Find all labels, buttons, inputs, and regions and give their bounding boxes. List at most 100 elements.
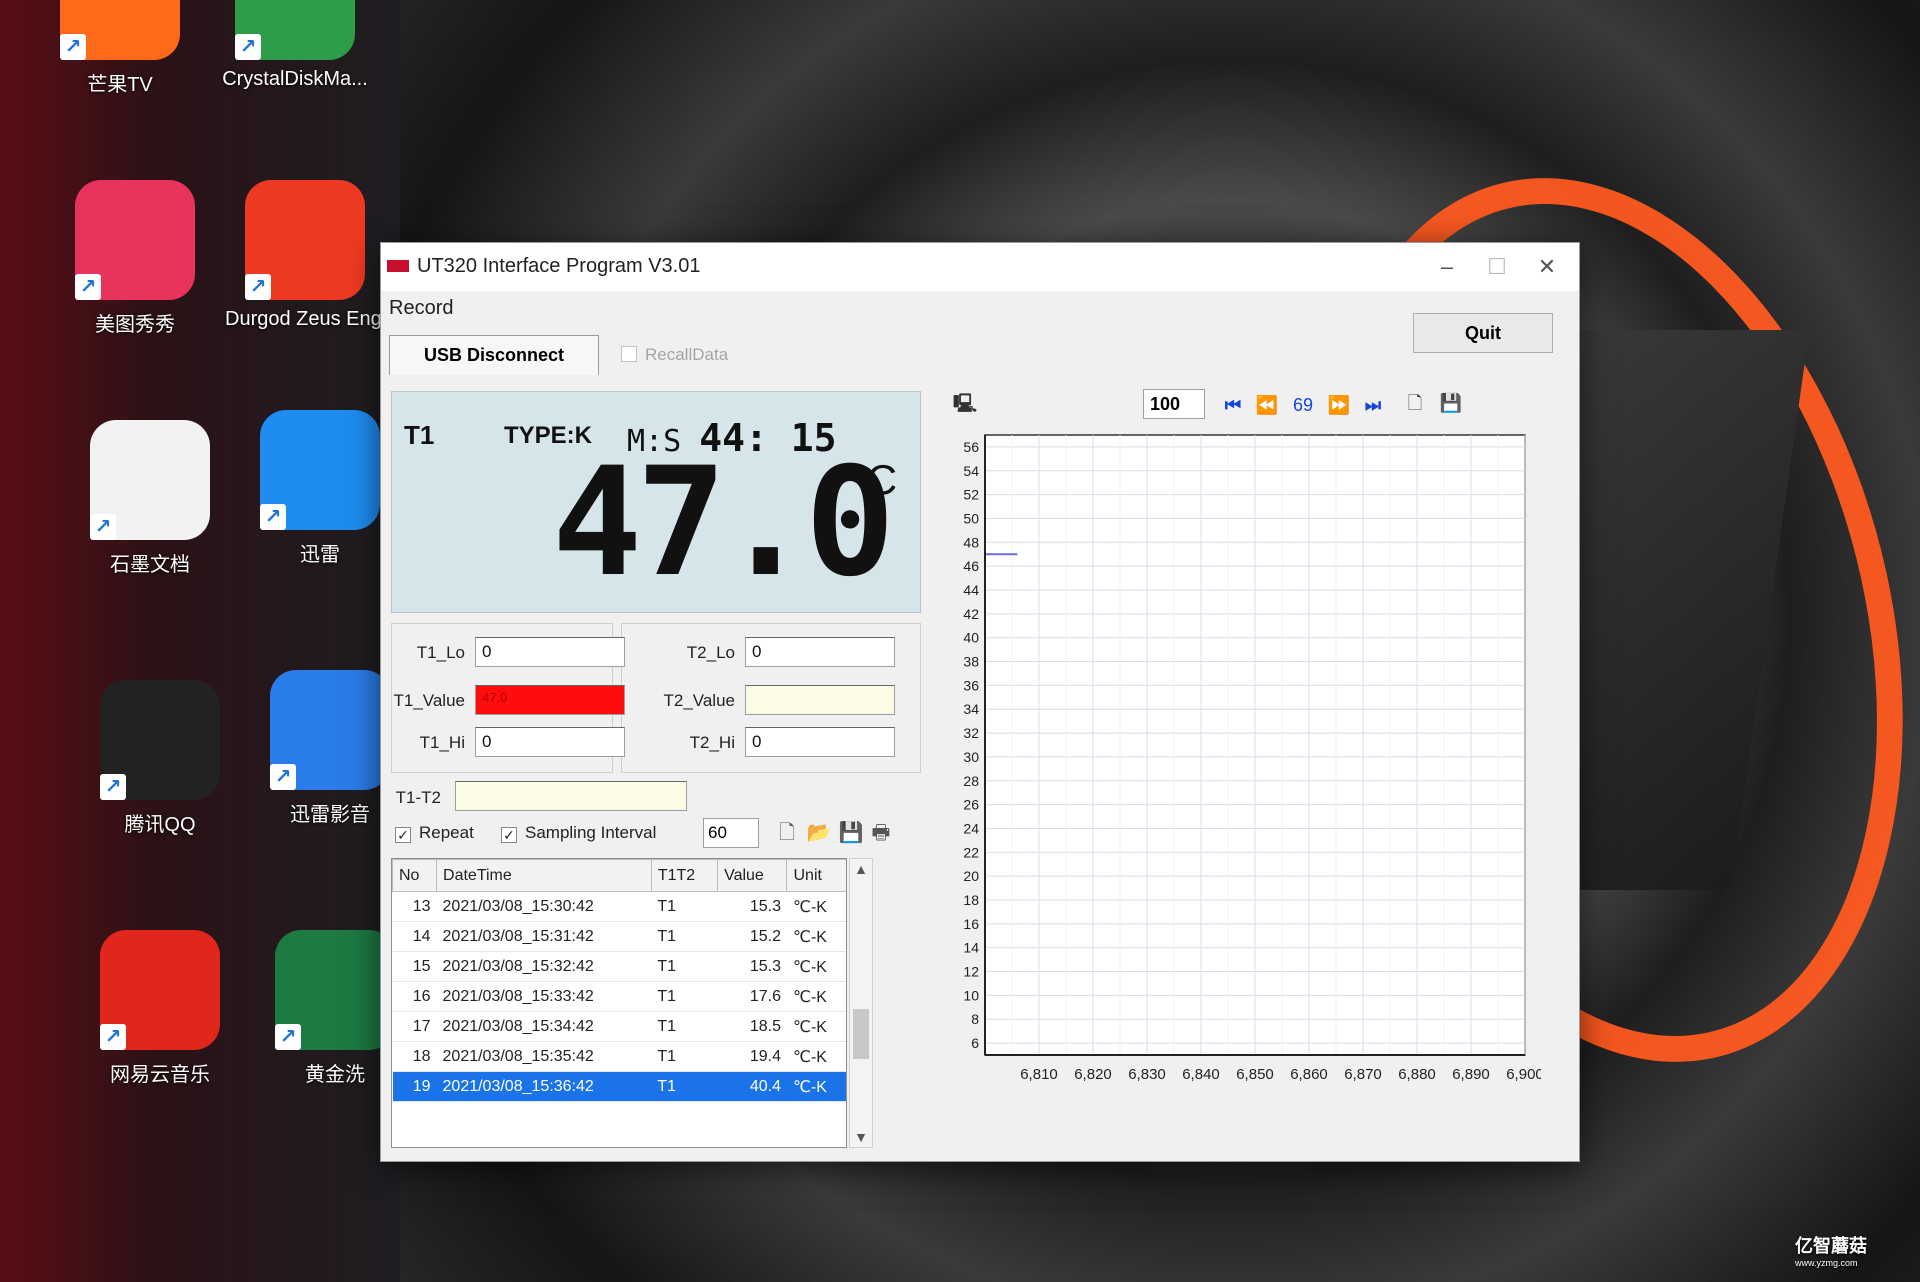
y-tick-label: 46	[963, 558, 979, 574]
new-file-icon[interactable]: 🗋	[773, 819, 801, 847]
sampling-checkbox[interactable]: ✓ Sampling Interval	[501, 823, 656, 843]
y-tick-label: 52	[963, 487, 979, 503]
sampling-interval-field[interactable]: 60	[703, 818, 759, 848]
table-cell: T1	[651, 921, 718, 952]
usb-disconnect-button[interactable]: USB Disconnect	[389, 335, 599, 375]
scroll-down-icon[interactable]: ▼	[850, 1129, 872, 1145]
repeat-checkbox-box[interactable]: ✓	[395, 827, 411, 843]
monitor-icon[interactable]: 🖳	[949, 387, 981, 419]
recall-data-checkbox[interactable]: RecallData	[621, 345, 728, 365]
x-tick-label: 6,830	[1128, 1066, 1166, 1083]
desktop-icon[interactable]: ↗ 美图秀秀	[55, 180, 215, 337]
table-cell: 18.5	[717, 1011, 787, 1042]
print-icon[interactable]: 🖶	[867, 819, 895, 847]
table-row[interactable]: 16 2021/03/08_15:33:42 T1 17.6 ℃-K	[392, 981, 846, 1012]
desktop-icon-label: 美图秀秀	[95, 314, 175, 336]
desktop-icon-label: CrystalDiskMa...	[222, 68, 368, 90]
last-record-icon[interactable]: ⏭	[1357, 389, 1389, 421]
repeat-checkbox[interactable]: ✓ Repeat	[395, 823, 474, 843]
table-scrollbar[interactable]: ▲ ▼	[849, 858, 873, 1148]
sampling-checkbox-box[interactable]: ✓	[501, 827, 517, 843]
table-row[interactable]: 13 2021/03/08_15:30:42 T1 15.3 ℃-K	[392, 891, 846, 922]
minimize-button[interactable]: –	[1423, 249, 1471, 285]
app-icon[interactable]: ↗	[60, 0, 180, 60]
chart-new-icon[interactable]: 🗋	[1399, 387, 1431, 419]
t2-hi-label: T2_Hi	[689, 733, 735, 752]
desktop-icon-label: 腾讯QQ	[124, 814, 196, 836]
y-tick-label: 48	[963, 534, 979, 550]
table-cell: ℃-K	[786, 1071, 846, 1102]
t1-value-label: T1_Value	[393, 691, 465, 710]
next-record-icon[interactable]: ⏩	[1323, 389, 1355, 421]
open-folder-icon[interactable]: 📂	[805, 819, 833, 847]
table-cell: ℃-K	[786, 921, 846, 952]
first-record-icon[interactable]: ⏮	[1217, 389, 1249, 421]
column-header[interactable]: Unit	[786, 859, 846, 892]
app-icon[interactable]: ↗	[235, 0, 355, 60]
app-icon[interactable]: ↗	[100, 930, 220, 1050]
chart-save-icon[interactable]: 💾	[1435, 387, 1467, 419]
y-tick-label: 30	[963, 749, 979, 765]
table-row[interactable]: 18 2021/03/08_15:35:42 T1 19.4 ℃-K	[392, 1041, 846, 1072]
title-bar[interactable]: UT320 Interface Program V3.01 – ☐ ✕	[381, 243, 1579, 291]
column-header[interactable]: No	[392, 859, 438, 892]
table-row[interactable]: 17 2021/03/08_15:34:42 T1 18.5 ℃-K	[392, 1011, 846, 1042]
desktop-icon[interactable]: ↗ CrystalDiskMa...	[215, 0, 375, 91]
app-icon[interactable]: ↗	[75, 180, 195, 300]
app-icon[interactable]: ↗	[260, 410, 380, 530]
t1-lo-field[interactable]: 0	[475, 637, 625, 667]
previous-record-icon[interactable]: ⏪	[1251, 389, 1283, 421]
save-icon[interactable]: 💾	[837, 819, 865, 847]
repeat-label: Repeat	[419, 823, 474, 842]
desktop-icon[interactable]: ↗ 石墨文档	[70, 420, 230, 577]
table-cell: T1	[651, 951, 718, 982]
desktop-icon[interactable]: ↗ 芒果TV	[40, 0, 200, 97]
table-row[interactable]: 15 2021/03/08_15:32:42 T1 15.3 ℃-K	[392, 951, 846, 982]
table-cell: 15.3	[717, 951, 787, 982]
t1-hi-field[interactable]: 0	[475, 727, 625, 757]
app-icon[interactable]: ↗	[275, 930, 395, 1050]
chart-panel: 🖳 100 ⏮ ⏪ 69 ⏩ ⏭ 🗋 💾 6 8 10 12 14 16 18 20 22 24 2…	[941, 383, 1556, 1153]
table-cell: 13	[392, 891, 437, 922]
app-icon[interactable]: ↗	[245, 180, 365, 300]
x-tick-label: 6,870	[1344, 1066, 1382, 1083]
table-cell: 2021/03/08_15:36:42	[436, 1071, 652, 1102]
t2-hi-field[interactable]: 0	[745, 727, 895, 757]
desktop-icon[interactable]: ↗ 腾讯QQ	[80, 680, 240, 837]
y-tick-label: 26	[963, 797, 979, 813]
table-row[interactable]: 19 2021/03/08_15:36:42 T1 40.4 ℃-K	[392, 1071, 846, 1102]
scroll-thumb[interactable]	[853, 1009, 869, 1059]
t2-lo-field[interactable]: 0	[745, 637, 895, 667]
maximize-button[interactable]: ☐	[1473, 249, 1521, 285]
table-cell: 2021/03/08_15:34:42	[436, 1011, 652, 1042]
ut320-window: UT320 Interface Program V3.01 – ☐ ✕ Reco…	[380, 242, 1580, 1162]
record-count-field[interactable]: 100	[1143, 389, 1205, 419]
table-row[interactable]: 14 2021/03/08_15:31:42 T1 15.2 ℃-K	[392, 921, 846, 952]
y-tick-label: 24	[963, 820, 979, 836]
close-button[interactable]: ✕	[1523, 249, 1571, 285]
recall-checkbox-box[interactable]	[621, 346, 637, 362]
app-icon[interactable]: ↗	[100, 680, 220, 800]
y-tick-label: 50	[963, 510, 979, 526]
desktop-icon[interactable]: ↗ 网易云音乐	[80, 930, 240, 1087]
column-header[interactable]: T1T2	[650, 859, 719, 892]
table-cell: T1	[651, 891, 718, 922]
menu-record[interactable]: Record	[389, 297, 453, 320]
table-cell: 15.3	[717, 891, 787, 922]
quit-button[interactable]: Quit	[1413, 313, 1553, 353]
t1-lo-label: T1_Lo	[416, 643, 465, 662]
app-icon	[387, 260, 409, 272]
app-icon[interactable]: ↗	[270, 670, 390, 790]
x-tick-label: 6,890	[1452, 1066, 1490, 1083]
desktop-icon-label: Durgod Zeus Engine	[225, 308, 409, 330]
shortcut-arrow-icon: ↗	[75, 274, 101, 300]
record-position: 69	[1292, 395, 1314, 415]
scroll-up-icon[interactable]: ▲	[850, 861, 872, 877]
app-icon[interactable]: ↗	[90, 420, 210, 540]
column-header[interactable]: DateTime	[436, 859, 652, 892]
column-header[interactable]: Value	[717, 859, 788, 892]
desktop-icon[interactable]: ↗ 迅雷	[240, 410, 400, 567]
desktop-icon[interactable]: ↗ Durgod Zeus Engine	[225, 180, 409, 331]
x-tick-label: 6,810	[1020, 1066, 1058, 1083]
shortcut-arrow-icon: ↗	[90, 514, 116, 540]
